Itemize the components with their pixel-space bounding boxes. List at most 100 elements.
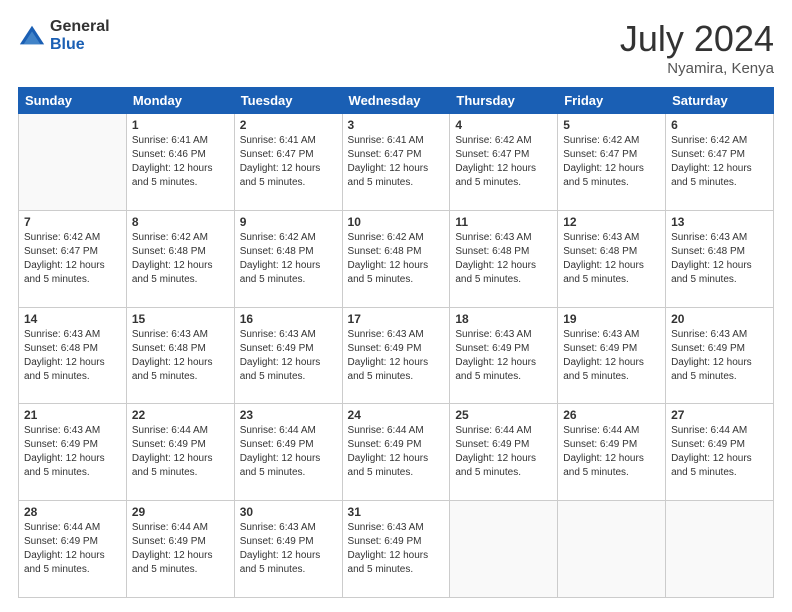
calendar-cell: 1Sunrise: 6:41 AMSunset: 6:46 PMDaylight… [126, 114, 234, 211]
main-title: July 2024 [620, 18, 774, 60]
day-info: Sunrise: 6:42 AMSunset: 6:47 PMDaylight:… [455, 134, 552, 190]
day-info: Sunrise: 6:44 AMSunset: 6:49 PMDaylight:… [563, 424, 660, 480]
day-info: Sunrise: 6:41 AMSunset: 6:47 PMDaylight:… [348, 134, 445, 190]
calendar-cell: 13 Sunrise: 6:43 AMSunset: 6:48 PMDayligh… [666, 210, 774, 307]
subtitle: Nyamira, Kenya [620, 60, 774, 77]
calendar-body: 1Sunrise: 6:41 AMSunset: 6:46 PMDaylight… [19, 114, 774, 598]
day-info: Sunrise: 6:41 AMSunset: 6:47 PMDaylight:… [240, 134, 337, 190]
day-info: Sunrise: 6:42 AMSunset: 6:48 PMDaylight:… [348, 231, 445, 287]
day-info: Sunrise: 6:44 AMSunset: 6:49 PMDaylight:… [240, 424, 337, 480]
calendar: Sunday Monday Tuesday Wednesday Thursday… [18, 87, 774, 598]
day-info: Sunrise: 6:42 AMSunset: 6:47 PMDaylight:… [563, 134, 660, 190]
day-info: Sunrise: 6:42 AMSunset: 6:48 PMDaylight:… [240, 231, 337, 287]
calendar-cell [19, 114, 127, 211]
week-row-3: 21 Sunrise: 6:43 AMSunset: 6:49 PMDayligh… [19, 404, 774, 501]
calendar-cell: 15Sunrise: 6:43 AMSunset: 6:48 PMDayligh… [126, 307, 234, 404]
page: General Blue July 2024 Nyamira, Kenya Su… [0, 0, 792, 612]
day-info: Sunrise: 6:44 AMSunset: 6:49 PMDaylight:… [132, 521, 229, 577]
logo-icon [18, 22, 46, 50]
week-row-2: 14 Sunrise: 6:43 AMSunset: 6:48 PMDayligh… [19, 307, 774, 404]
day-number: 20 [671, 312, 768, 326]
weekday-monday: Monday [126, 88, 234, 114]
day-info: Sunrise: 6:44 AMSunset: 6:49 PMDaylight:… [348, 424, 445, 480]
calendar-cell: 28Sunrise: 6:44 AMSunset: 6:49 PMDayligh… [19, 501, 127, 598]
logo-blue: Blue [50, 36, 110, 54]
day-number: 26 [563, 408, 660, 422]
calendar-cell: 31 Sunrise: 6:43 AMSunset: 6:49 PMDayligh… [342, 501, 450, 598]
calendar-cell: 6 Sunrise: 6:42 AMSunset: 6:47 PMDaylight… [666, 114, 774, 211]
day-info: Sunrise: 6:43 AMSunset: 6:49 PMDaylight:… [24, 424, 121, 480]
weekday-tuesday: Tuesday [234, 88, 342, 114]
weekday-wednesday: Wednesday [342, 88, 450, 114]
calendar-cell: 23 Sunrise: 6:44 AMSunset: 6:49 PMDayligh… [234, 404, 342, 501]
calendar-cell: 4 Sunrise: 6:42 AMSunset: 6:47 PMDaylight… [450, 114, 558, 211]
calendar-cell: 10 Sunrise: 6:42 AMSunset: 6:48 PMDayligh… [342, 210, 450, 307]
day-number: 14 [24, 312, 121, 326]
day-number: 28 [24, 505, 121, 519]
day-number: 18 [455, 312, 552, 326]
calendar-cell: 7Sunrise: 6:42 AMSunset: 6:47 PMDaylight… [19, 210, 127, 307]
day-number: 4 [455, 118, 552, 132]
day-info: Sunrise: 6:42 AMSunset: 6:47 PMDaylight:… [671, 134, 768, 190]
day-info: Sunrise: 6:44 AMSunset: 6:49 PMDaylight:… [132, 424, 229, 480]
calendar-cell: 9 Sunrise: 6:42 AMSunset: 6:48 PMDaylight… [234, 210, 342, 307]
day-info: Sunrise: 6:43 AMSunset: 6:48 PMDaylight:… [563, 231, 660, 287]
day-number: 3 [348, 118, 445, 132]
day-info: Sunrise: 6:43 AMSunset: 6:49 PMDaylight:… [455, 328, 552, 384]
day-number: 5 [563, 118, 660, 132]
weekday-row: Sunday Monday Tuesday Wednesday Thursday… [19, 88, 774, 114]
day-number: 11 [455, 215, 552, 229]
day-number: 19 [563, 312, 660, 326]
week-row-1: 7Sunrise: 6:42 AMSunset: 6:47 PMDaylight… [19, 210, 774, 307]
day-info: Sunrise: 6:43 AMSunset: 6:48 PMDaylight:… [671, 231, 768, 287]
calendar-cell: 19Sunrise: 6:43 AMSunset: 6:49 PMDayligh… [558, 307, 666, 404]
day-info: Sunrise: 6:44 AMSunset: 6:49 PMDaylight:… [671, 424, 768, 480]
calendar-cell: 30 Sunrise: 6:43 AMSunset: 6:49 PMDayligh… [234, 501, 342, 598]
day-number: 10 [348, 215, 445, 229]
calendar-cell: 12 Sunrise: 6:43 AMSunset: 6:48 PMDayligh… [558, 210, 666, 307]
day-info: Sunrise: 6:43 AMSunset: 6:49 PMDaylight:… [240, 521, 337, 577]
day-info: Sunrise: 6:42 AMSunset: 6:48 PMDaylight:… [132, 231, 229, 287]
weekday-friday: Friday [558, 88, 666, 114]
day-number: 6 [671, 118, 768, 132]
calendar-cell: 20Sunrise: 6:43 AMSunset: 6:49 PMDayligh… [666, 307, 774, 404]
day-number: 25 [455, 408, 552, 422]
day-number: 29 [132, 505, 229, 519]
day-number: 31 [348, 505, 445, 519]
weekday-saturday: Saturday [666, 88, 774, 114]
day-number: 30 [240, 505, 337, 519]
calendar-cell: 5 Sunrise: 6:42 AMSunset: 6:47 PMDaylight… [558, 114, 666, 211]
header: General Blue July 2024 Nyamira, Kenya [18, 18, 774, 77]
calendar-cell: 22 Sunrise: 6:44 AMSunset: 6:49 PMDayligh… [126, 404, 234, 501]
day-number: 7 [24, 215, 121, 229]
day-number: 22 [132, 408, 229, 422]
logo: General Blue [18, 18, 110, 53]
day-number: 24 [348, 408, 445, 422]
day-number: 12 [563, 215, 660, 229]
day-number: 8 [132, 215, 229, 229]
day-number: 13 [671, 215, 768, 229]
calendar-cell [558, 501, 666, 598]
logo-text: General Blue [50, 18, 110, 53]
day-number: 9 [240, 215, 337, 229]
day-info: Sunrise: 6:44 AMSunset: 6:49 PMDaylight:… [455, 424, 552, 480]
day-info: Sunrise: 6:43 AMSunset: 6:49 PMDaylight:… [348, 328, 445, 384]
day-number: 17 [348, 312, 445, 326]
day-number: 27 [671, 408, 768, 422]
calendar-cell: 16Sunrise: 6:43 AMSunset: 6:49 PMDayligh… [234, 307, 342, 404]
calendar-cell: 21 Sunrise: 6:43 AMSunset: 6:49 PMDayligh… [19, 404, 127, 501]
calendar-cell: 24 Sunrise: 6:44 AMSunset: 6:49 PMDayligh… [342, 404, 450, 501]
logo-general: General [50, 18, 110, 36]
day-info: Sunrise: 6:43 AMSunset: 6:48 PMDaylight:… [455, 231, 552, 287]
calendar-cell [666, 501, 774, 598]
day-info: Sunrise: 6:43 AMSunset: 6:49 PMDaylight:… [348, 521, 445, 577]
day-info: Sunrise: 6:43 AMSunset: 6:48 PMDaylight:… [24, 328, 121, 384]
calendar-cell: 2Sunrise: 6:41 AMSunset: 6:47 PMDaylight… [234, 114, 342, 211]
day-number: 21 [24, 408, 121, 422]
week-row-0: 1Sunrise: 6:41 AMSunset: 6:46 PMDaylight… [19, 114, 774, 211]
calendar-cell: 17 Sunrise: 6:43 AMSunset: 6:49 PMDayligh… [342, 307, 450, 404]
day-number: 23 [240, 408, 337, 422]
weekday-sunday: Sunday [19, 88, 127, 114]
calendar-cell: 27 Sunrise: 6:44 AMSunset: 6:49 PMDayligh… [666, 404, 774, 501]
day-number: 15 [132, 312, 229, 326]
